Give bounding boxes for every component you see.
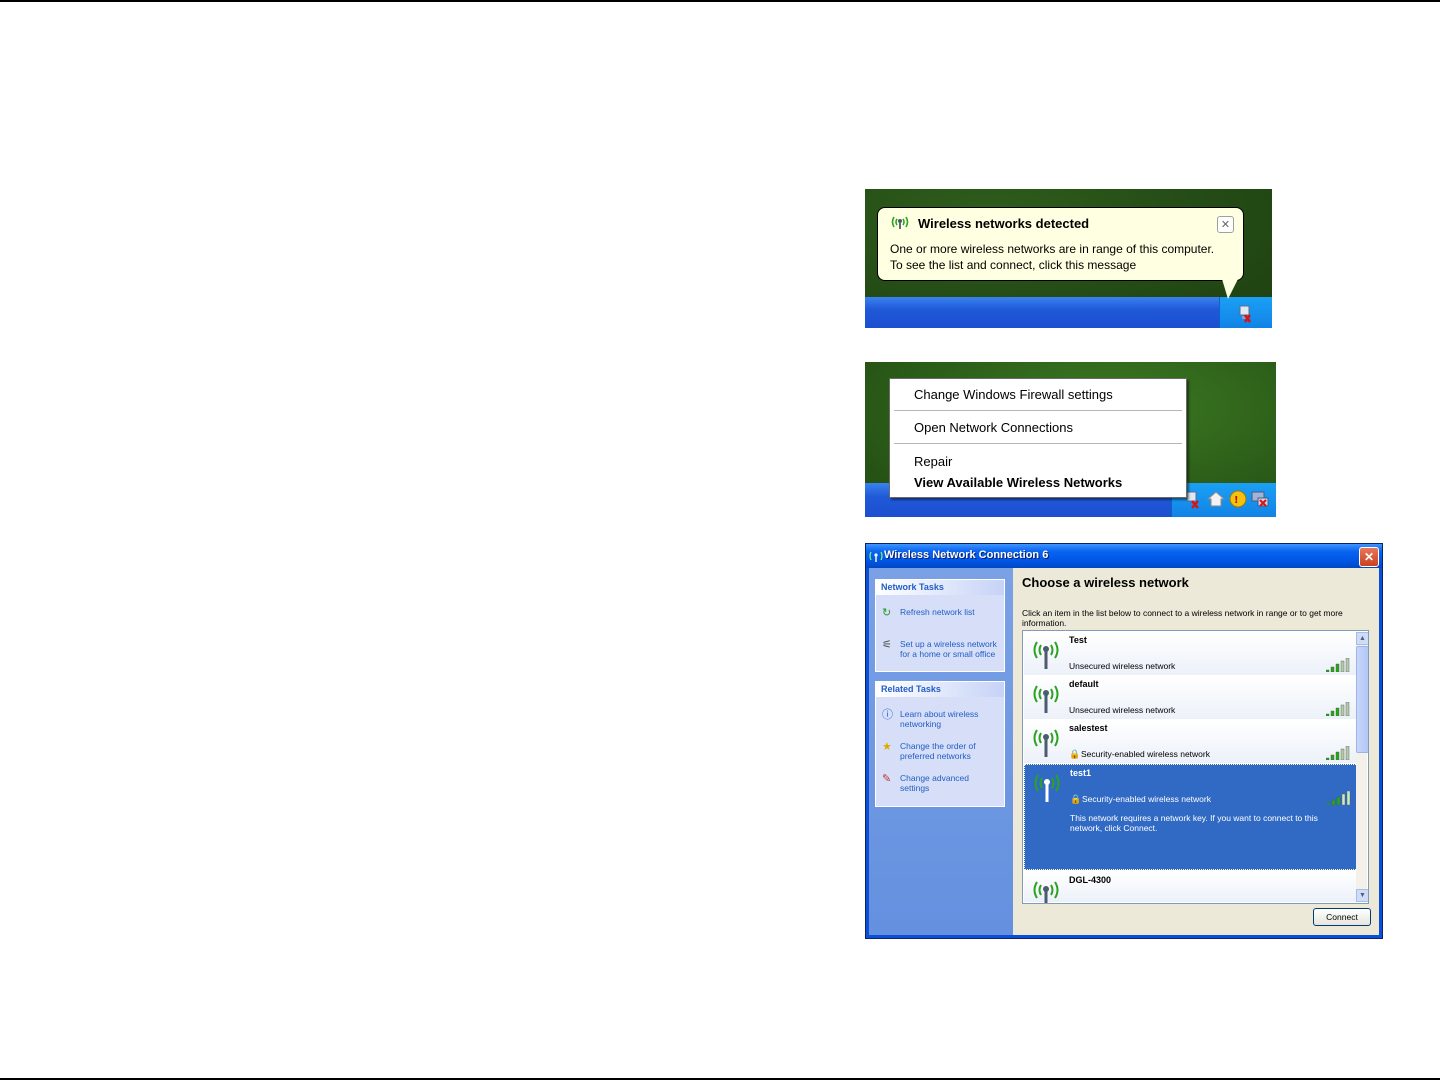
network-name: test1 <box>1070 768 1092 778</box>
network-tasks-header[interactable]: Network Tasks <box>876 580 1004 595</box>
wireless-icon <box>869 551 883 562</box>
lock-icon: 🔒 <box>1070 794 1082 804</box>
scroll-thumb[interactable] <box>1356 646 1368 753</box>
network-row[interactable]: Test Unsecured wireless network <box>1024 632 1356 675</box>
balloon-screenshot: Wireless networks detected ✕ One or more… <box>865 189 1272 328</box>
network-security-status: Security-enabled wireless network <box>1082 794 1211 804</box>
network-detail-text: This network requires a network key. If … <box>1070 813 1318 833</box>
window-title: Wireless Network Connection 6 <box>884 549 1049 561</box>
signal-strength-icon <box>1327 791 1351 805</box>
star-icon: ★ <box>882 741 892 753</box>
balloon-message-line1: One or more wireless networks are in ran… <box>890 242 1215 256</box>
signal-strength-icon <box>1326 658 1350 672</box>
related-tasks-header[interactable]: Related Tasks <box>876 682 1004 697</box>
instructions-text: Click an item in the list below to conne… <box>1022 608 1343 628</box>
close-button[interactable]: ✕ <box>1359 547 1379 567</box>
network-tasks-panel: Network Tasks ↻ Refresh network list ⚟ S… <box>875 579 1005 672</box>
page-title: Choose a wireless network <box>1022 575 1189 590</box>
refresh-network-list-link[interactable]: Refresh network list <box>900 607 1000 617</box>
network-alert-icon[interactable] <box>1250 489 1270 509</box>
signal-strength-icon <box>1326 702 1350 716</box>
top-rule <box>0 0 1440 2</box>
title-bar[interactable]: Wireless Network Connection 6 ✕ <box>866 544 1382 568</box>
antenna-icon <box>1034 774 1060 802</box>
network-row[interactable]: test1 🔒 Security-enabled wireless network T… <box>1024 764 1358 870</box>
connect-button[interactable]: Connect <box>1313 908 1371 926</box>
network-name: salestest <box>1069 723 1108 733</box>
scroll-up-icon[interactable]: ▲ <box>1356 632 1368 645</box>
menu-item-open-network-connections[interactable]: Open Network Connections <box>914 420 1073 435</box>
home-network-icon[interactable] <box>1206 489 1226 509</box>
info-icon: ⓘ <box>882 709 893 721</box>
antenna-icon <box>1033 729 1059 757</box>
svg-text:!: ! <box>1234 495 1239 506</box>
menu-item-view-wireless-networks[interactable]: View Available Wireless Networks <box>914 475 1122 490</box>
network-security-status: Unsecured wireless network <box>1069 661 1176 671</box>
task-sidebar: Network Tasks ↻ Refresh network list ⚟ S… <box>869 568 1013 935</box>
balloon-message-line2: To see the list and connect, click this … <box>890 258 1137 272</box>
menu-separator <box>894 410 1182 411</box>
scroll-down-icon[interactable]: ▼ <box>1356 889 1368 902</box>
antenna-icon <box>1033 881 1059 903</box>
network-security-status: Unsecured wireless network <box>1069 705 1176 715</box>
refresh-icon: ↻ <box>882 607 892 619</box>
network-row[interactable]: DGL-4300 <box>1024 872 1356 903</box>
network-list: Test Unsecured wireless network default Uns… <box>1022 630 1369 904</box>
change-advanced-settings-link[interactable]: Change advanced settings <box>900 773 1000 793</box>
settings-icon: ✎ <box>882 773 892 785</box>
network-name: default <box>1069 679 1099 689</box>
signal-strength-icon <box>1326 746 1350 760</box>
security-shield-icon[interactable]: ! <box>1228 489 1248 509</box>
antenna-icon <box>1033 685 1059 713</box>
bottom-rule <box>0 1078 1440 1080</box>
wireless-network-dialog: Wireless Network Connection 6 ✕ Network … <box>865 543 1383 939</box>
learn-wireless-link[interactable]: Learn about wireless networking <box>900 709 1000 729</box>
balloon-tail <box>1222 279 1238 299</box>
balloon-title: Wireless networks detected <box>918 216 1090 231</box>
network-row[interactable]: salestest 🔒 Security-enabled wireless netw… <box>1024 720 1356 763</box>
network-content-pane: Choose a wireless network Click an item … <box>1013 568 1379 935</box>
related-tasks-panel: Related Tasks ⓘ Learn about wireless net… <box>875 681 1005 807</box>
context-menu-screenshot: ! Change Windows Firewall settings Open … <box>865 362 1276 517</box>
change-preferred-order-link[interactable]: Change the order of preferred networks <box>900 741 1000 761</box>
network-name: Test <box>1069 635 1087 645</box>
taskbar <box>865 297 1272 328</box>
menu-item-repair[interactable]: Repair <box>914 454 952 469</box>
close-icon[interactable]: ✕ <box>1217 216 1234 233</box>
network-security-status: Security-enabled wireless network <box>1081 749 1210 759</box>
lock-icon: 🔒 <box>1069 749 1081 759</box>
menu-separator <box>894 443 1182 444</box>
wireless-icon <box>891 216 909 229</box>
system-tray <box>1219 297 1272 328</box>
balloon-notification[interactable]: Wireless networks detected ✕ One or more… <box>877 207 1244 281</box>
scrollbar[interactable]: ▲ ▼ <box>1356 632 1368 902</box>
network-context-menu: Change Windows Firewall settings Open Ne… <box>889 378 1187 498</box>
network-row[interactable]: default Unsecured wireless network <box>1024 676 1356 719</box>
setup-wireless-network-link[interactable]: Set up a wireless network for a home or … <box>900 639 1000 659</box>
wireless-disconnected-icon[interactable] <box>1234 302 1256 324</box>
antenna-icon <box>1033 641 1059 669</box>
setup-wizard-icon: ⚟ <box>882 639 892 651</box>
network-name: DGL-4300 <box>1069 875 1112 885</box>
menu-item-change-firewall[interactable]: Change Windows Firewall settings <box>914 387 1113 402</box>
